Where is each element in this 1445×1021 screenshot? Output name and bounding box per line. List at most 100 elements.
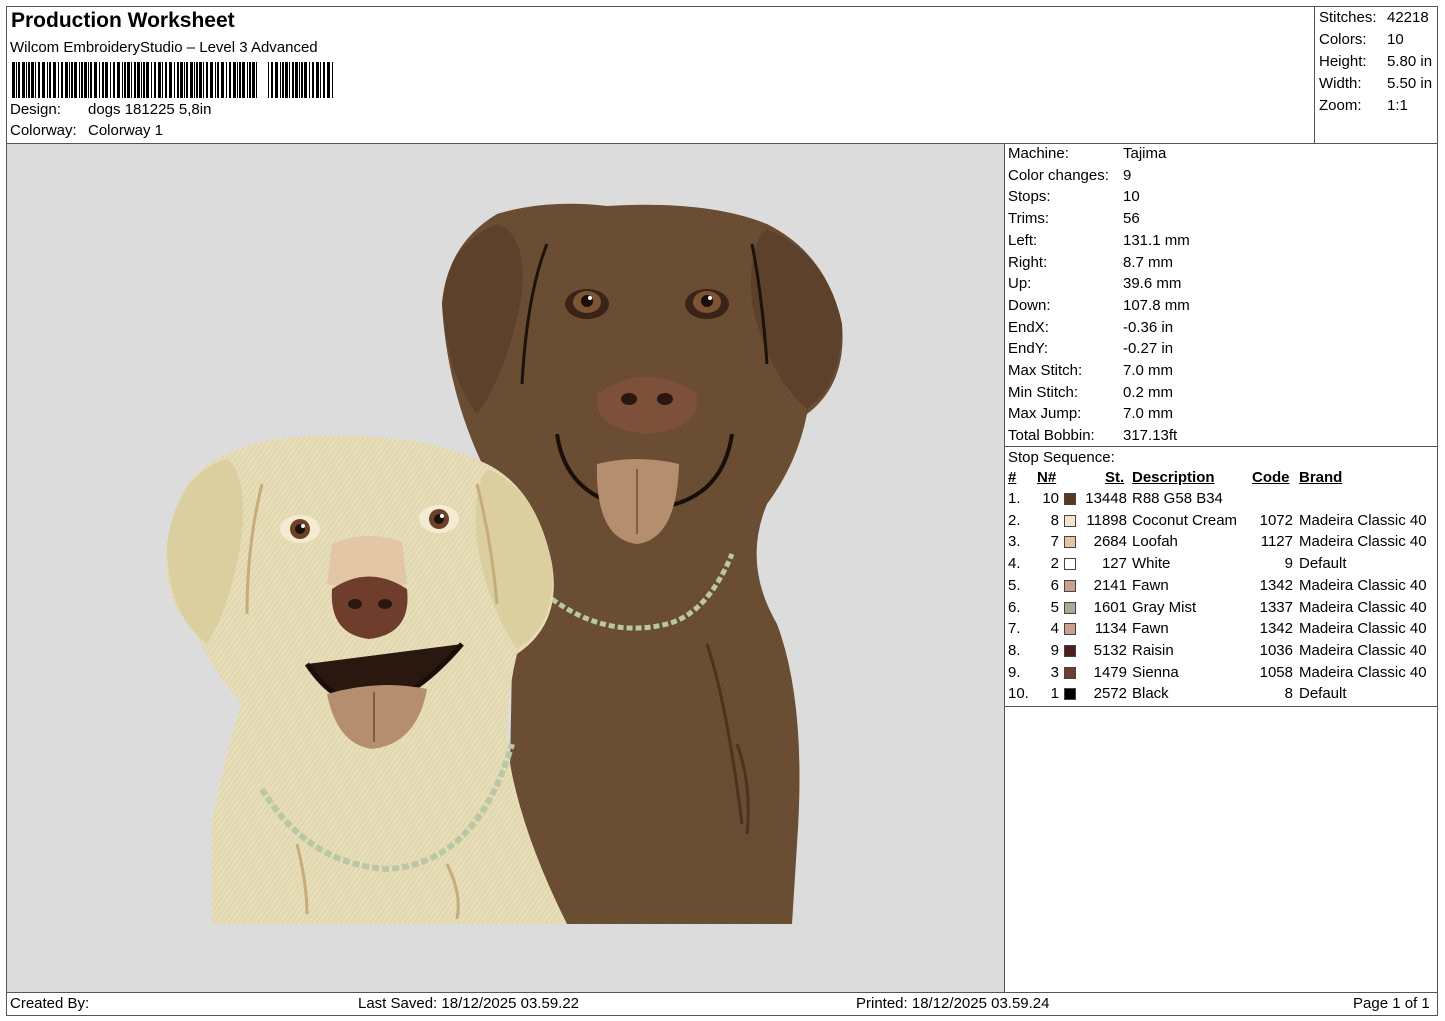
barcode-bar: [282, 62, 284, 98]
spec-row: Total Bobbin: 317.13ft: [1008, 427, 1177, 444]
barcode-bar: [28, 62, 30, 98]
barcode-bar: [94, 62, 97, 98]
stitch-count: 2141: [1093, 576, 1127, 594]
design-row: Design: dogs 181225 5,8in: [10, 101, 211, 118]
summary-value: 10: [1387, 31, 1404, 48]
thread-brand: Madeira Classic 40: [1299, 511, 1427, 529]
barcode-bar: [113, 62, 115, 98]
design-label: Design:: [10, 101, 61, 118]
barcode-bar: [134, 62, 136, 98]
spec-value: 7.0 mm: [1123, 405, 1174, 423]
col-header-st: St.: [1105, 469, 1125, 486]
spec-value: Tajima: [1123, 145, 1167, 162]
thread-description: Black: [1132, 685, 1169, 703]
thread-code: 9: [1284, 555, 1293, 573]
design-value: dogs 181225 5,8in: [88, 101, 212, 118]
spec-label: EndY:: [1008, 340, 1049, 358]
thread-code: 8: [1284, 685, 1293, 703]
spec-value: 9: [1123, 166, 1132, 184]
thread-description: Gray Mist: [1132, 598, 1197, 616]
barcode-bar: [199, 62, 202, 98]
stop-index: 9.: [1008, 663, 1021, 681]
spec-row: Max Stitch: 7.0 mm: [1008, 362, 1173, 379]
barcode-bar: [180, 62, 183, 98]
barcode-bar: [217, 62, 219, 98]
barcode-bar: [69, 62, 70, 98]
page-title: Production Worksheet: [11, 9, 235, 32]
summary-label: Width:: [1319, 75, 1362, 92]
barcode-bar: [74, 62, 77, 98]
page-number: Page 1 of 1: [1353, 995, 1430, 1012]
stop-row: 7. 4 1134 Fawn 1342 Madeira Classic 40: [1005, 620, 1438, 641]
spec-row: Min Stitch: 0.2 mm: [1008, 383, 1173, 401]
summary-label: Colors:: [1319, 31, 1367, 48]
barcode-bar: [58, 62, 59, 98]
stop-row: 10. 1 2572 Black 8 Default: [1005, 685, 1438, 706]
barcode-bar: [127, 62, 130, 98]
stop-index: 3.: [1008, 533, 1021, 551]
barcode-bar: [31, 62, 34, 98]
thread-brand: Madeira Classic 40: [1299, 620, 1427, 638]
barcode-bar: [90, 62, 92, 98]
needle-number: 3: [1050, 663, 1059, 681]
stitch-count: 1134: [1094, 620, 1127, 638]
stop-row: 6. 5 1601 Gray Mist 1337 Madeira Classic 40: [1005, 599, 1438, 620]
specs-divider: [1004, 446, 1438, 447]
thread-description: White: [1132, 555, 1171, 573]
barcode-bar: [332, 62, 333, 98]
stop-row: 1. 10 13448 R88 G58 B34: [1005, 490, 1438, 511]
summary-value: 5.80 in: [1387, 53, 1433, 70]
spec-label: Max Jump:: [1008, 405, 1082, 423]
spec-label: Max Stitch:: [1008, 362, 1083, 379]
barcode-bar: [16, 62, 17, 98]
spec-label: Color changes:: [1008, 166, 1109, 184]
spec-label: Right:: [1008, 253, 1048, 271]
stitch-count: 11898: [1086, 511, 1127, 529]
yellow-lab: [166, 435, 567, 924]
barcode-bar: [210, 62, 213, 98]
spec-label: Min Stitch:: [1008, 383, 1079, 401]
barcode-bar: [275, 62, 278, 98]
barcode-bar: [289, 62, 290, 98]
software-name: Wilcom EmbroideryStudio – Level 3 Advanc…: [10, 39, 318, 56]
needle-number: 4: [1050, 620, 1059, 638]
thread-code: 1072: [1259, 511, 1293, 529]
barcode-bar: [22, 62, 25, 98]
stitch-count: 1601: [1093, 598, 1127, 616]
barcode-bar: [237, 62, 238, 98]
barcode-bar: [84, 62, 87, 98]
spec-row: Left: 131.1 mm: [1008, 232, 1190, 249]
spec-value: 131.1 mm: [1123, 231, 1190, 249]
col-header-num: #: [1008, 469, 1017, 486]
barcode-bar: [206, 62, 208, 98]
col-header-description: Description: [1132, 469, 1215, 486]
barcode-bar: [81, 62, 83, 98]
thread-code: 1342: [1259, 576, 1293, 594]
barcode-bar: [320, 62, 321, 98]
needle-number: 5: [1050, 598, 1059, 616]
thread-description: R88 G58 B34: [1132, 490, 1223, 507]
barcode-bar: [131, 62, 132, 98]
stop-index: 4.: [1008, 555, 1021, 573]
barcode-bar: [301, 62, 303, 98]
barcode-bar: [256, 62, 257, 98]
stop-index: 5.: [1008, 576, 1021, 594]
needle-number: 1: [1050, 685, 1059, 703]
spec-row: EndX: -0.36 in: [1008, 319, 1173, 336]
thread-description: Fawn: [1132, 620, 1169, 638]
stitch-count: 1479: [1093, 663, 1127, 681]
barcode: [12, 62, 333, 98]
stop-index: 8.: [1008, 641, 1021, 659]
barcode-bar: [312, 62, 314, 98]
last-saved: Last Saved: 18/12/2025 03.59.22: [358, 995, 580, 1012]
thread-brand: Madeira Classic 40: [1299, 576, 1427, 594]
footer-divider: [6, 992, 1438, 993]
printed-date: Printed: 18/12/2025 03.59.24: [856, 995, 1050, 1012]
barcode-bar: [12, 62, 15, 98]
thread-brand: Madeira Classic 40: [1299, 598, 1427, 616]
stop-index: 10.: [1008, 685, 1029, 703]
stop-row: 5. 6 2141 Fawn 1342 Madeira Classic 40: [1005, 577, 1438, 598]
thread-brand: Default: [1299, 685, 1347, 703]
barcode-bar: [239, 62, 241, 98]
created-by: Created By:: [10, 995, 90, 1012]
